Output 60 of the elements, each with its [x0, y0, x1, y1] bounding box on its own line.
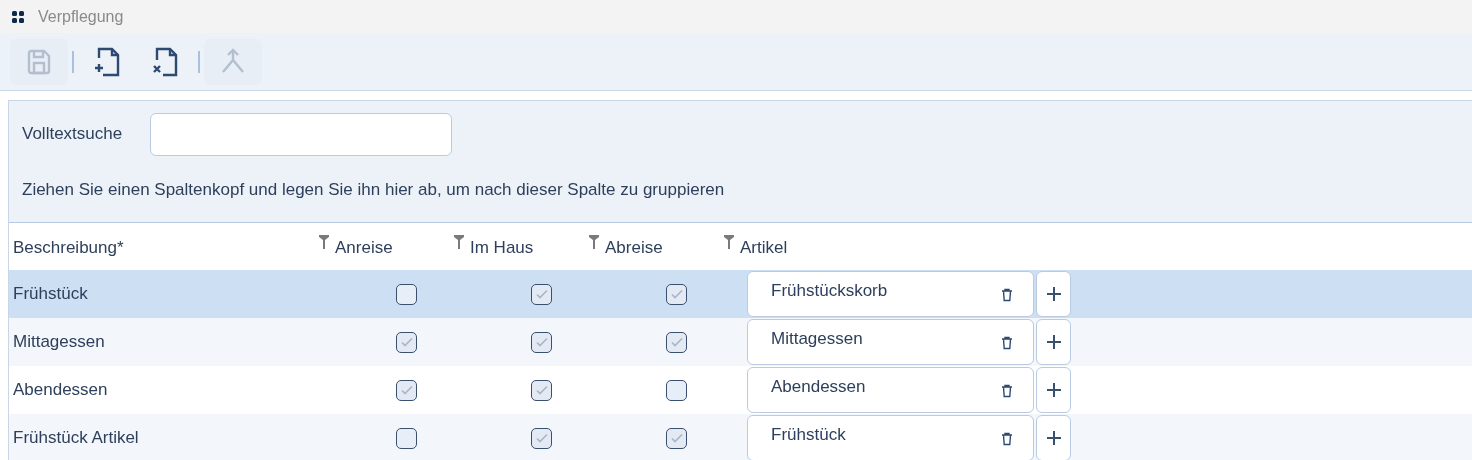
trash-icon[interactable]: [1001, 288, 1013, 302]
column-header[interactable]: Abreise: [605, 235, 663, 261]
delete-document-icon: [150, 45, 180, 78]
add-button[interactable]: [1036, 271, 1071, 317]
table-cell-text: Frühstück: [12, 283, 88, 306]
app-icon: [12, 10, 25, 23]
trash-icon[interactable]: [1001, 432, 1013, 446]
checkmark-icon: [669, 335, 684, 349]
trash-icon[interactable]: [1001, 384, 1013, 398]
table-row[interactable]: Frühstück Artikel Frühstück: [9, 414, 1472, 460]
checkbox[interactable]: [396, 283, 417, 305]
checkbox[interactable]: [531, 283, 552, 305]
trash-icon[interactable]: [1001, 336, 1013, 350]
search-label: Volltextsuche: [22, 123, 123, 146]
checkbox[interactable]: [396, 331, 417, 353]
column-header[interactable]: Anreise: [335, 235, 393, 261]
column-header[interactable]: Im Haus: [470, 235, 534, 261]
article-field[interactable]: Mittagessen: [747, 319, 1034, 365]
checkbox[interactable]: [396, 427, 417, 449]
checkmark-icon: [534, 287, 549, 301]
filter-icon[interactable]: [589, 235, 599, 251]
plus-icon: [1045, 334, 1062, 350]
add-button[interactable]: [1036, 367, 1071, 413]
article-field[interactable]: Frühstückskorb: [747, 271, 1034, 317]
filter-icon[interactable]: [724, 235, 734, 251]
column-header[interactable]: Artikel: [740, 235, 788, 261]
checkmark-icon: [534, 383, 549, 397]
article-field[interactable]: Frühstück: [747, 415, 1034, 460]
filter-icon[interactable]: [454, 235, 464, 251]
add-button[interactable]: [1036, 415, 1071, 460]
group-hint: Ziehen Sie einen Spaltenkopf und legen Sie ihn hier ab, um nach dieser Spalte zu gruppieren: [22, 179, 726, 201]
filter-icon[interactable]: [319, 235, 329, 251]
table-row[interactable]: Frühstück Frühstückskorb: [9, 270, 1472, 318]
checkbox[interactable]: [531, 379, 552, 401]
new-document-icon: [92, 45, 122, 78]
column-header[interactable]: Beschreibung*: [13, 235, 124, 261]
add-button[interactable]: [1036, 319, 1071, 365]
window-title: Verpflegung: [38, 6, 124, 27]
checkbox[interactable]: [531, 331, 552, 353]
plus-icon: [1045, 430, 1062, 446]
checkmark-icon: [399, 335, 414, 349]
table-cell-text: Abendessen: [12, 379, 108, 402]
checkbox[interactable]: [666, 331, 687, 353]
checkmark-icon: [669, 431, 684, 445]
checkmark-icon: [534, 431, 549, 445]
checkmark-icon: [399, 383, 414, 397]
article-field[interactable]: Abendessen: [747, 367, 1034, 413]
checkbox[interactable]: [666, 379, 687, 401]
table-row[interactable]: Mittagessen Mittagessen: [9, 318, 1472, 366]
checkbox[interactable]: [666, 283, 687, 305]
table-cell-text: Mittagessen: [12, 331, 105, 354]
checkmark-icon: [669, 287, 684, 301]
plus-icon: [1045, 286, 1062, 302]
checkbox[interactable]: [666, 427, 687, 449]
search-field[interactable]: [150, 112, 453, 156]
checkbox[interactable]: [396, 379, 417, 401]
checkbox[interactable]: [531, 427, 552, 449]
plus-icon: [1045, 382, 1062, 398]
checkmark-icon: [534, 335, 549, 349]
table-cell-text: Frühstück Artikel: [12, 427, 139, 450]
